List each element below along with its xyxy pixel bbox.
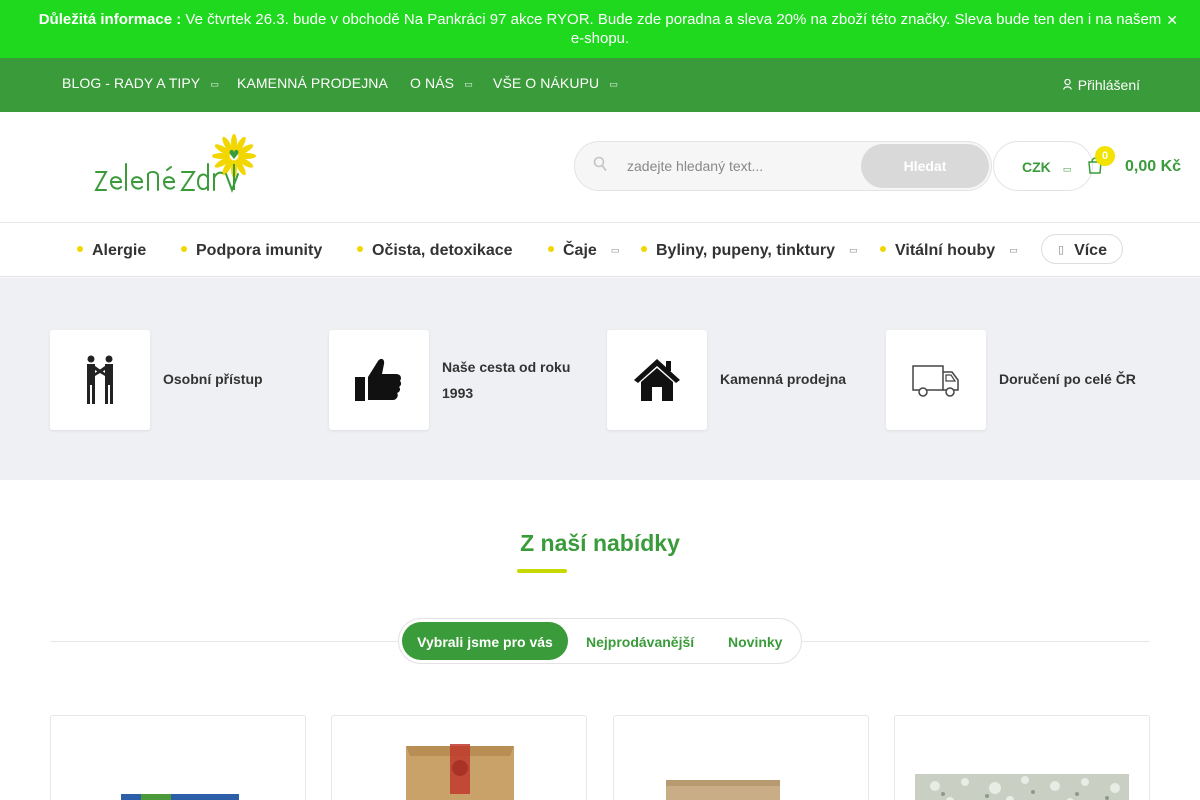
product-card[interactable]: [894, 715, 1150, 800]
search-button[interactable]: Hledat: [861, 144, 989, 188]
search-icon: [593, 156, 607, 176]
product-tabs: Vybrali jsme pro vás Nejprodávanější Nov…: [398, 618, 802, 664]
bullet-dot: [181, 246, 187, 252]
close-icon[interactable]: ✕: [1166, 11, 1178, 30]
category-label: Podpora imunity: [196, 242, 323, 259]
bullet-dot: [357, 246, 363, 252]
more-label: Více: [1074, 242, 1107, 259]
tab-recommended[interactable]: Vybrali jsme pro vás: [402, 622, 568, 660]
category-item-herbs[interactable]: Byliny, pupeny, tinktury ▭: [641, 242, 858, 260]
site-header: Hledat CZK ▭ 0 0,00 Kč: [0, 112, 1200, 223]
flower-icon: [212, 134, 256, 190]
benefit-label: Doručení po celé ČR: [999, 371, 1136, 387]
site-logo[interactable]: [94, 134, 264, 196]
product-image: [406, 744, 514, 800]
chevron-down-icon: ▭: [210, 79, 219, 89]
title-underline: [517, 569, 567, 573]
topnav-item-blog[interactable]: BLOG - RADY A TIPY ▭: [62, 75, 219, 91]
notice-text: Ve čtvrtek 26.3. bude v obchodě Na Pankr…: [181, 11, 1162, 47]
search-bar: Hledat: [574, 141, 992, 191]
cart-total: 0,00 Kč: [1125, 158, 1182, 175]
section-title: Z naší nabídky: [520, 530, 680, 556]
category-item-teas[interactable]: Čaje ▭: [548, 242, 619, 260]
topnav-item-label: KAMENNÁ PRODEJNA: [237, 75, 388, 91]
benefits-strip: Osobní přístup Naše cesta od roku 1993 K…: [0, 278, 1200, 480]
notice-bar: Důležitá informace : Ve čtvrtek 26.3. bu…: [0, 0, 1200, 58]
benefit-label: Kamenná prodejna: [720, 371, 847, 387]
login-label: Přihlášení: [1077, 77, 1140, 93]
category-label: Čaje: [563, 242, 597, 259]
bullet-dot: [641, 246, 647, 252]
top-navigation: BLOG - RADY A TIPY ▭ KAMENNÁ PRODEJNA O N…: [0, 58, 1200, 112]
benefit-since-1993: Naše cesta od roku 1993: [329, 330, 599, 430]
category-item-mushrooms[interactable]: Vitální houby ▭: [880, 242, 1018, 260]
category-label: Očista, detoxikace: [372, 242, 513, 259]
topnav-item-label: VŠE O NÁKUPU: [493, 75, 600, 91]
product-card[interactable]: [50, 715, 306, 800]
currency-label: CZK: [1022, 159, 1051, 175]
chevron-down-icon: ▭: [1009, 245, 1018, 255]
currency-selector[interactable]: CZK ▭: [993, 141, 1093, 191]
topnav-item-store[interactable]: KAMENNÁ PRODEJNA: [237, 75, 388, 91]
thumbs-up-icon: [355, 358, 402, 401]
category-label: Alergie: [92, 242, 147, 259]
house-icon: [634, 359, 680, 401]
category-label: Byliny, pupeny, tinktury: [656, 242, 835, 259]
category-item-detox[interactable]: Očista, detoxikace: [357, 242, 513, 260]
product-image: [666, 780, 780, 800]
product-image: [915, 774, 1129, 800]
cart-count-badge: 0: [1095, 146, 1115, 166]
search-input[interactable]: [627, 142, 857, 190]
topnav-item-about[interactable]: O NÁS ▭: [410, 75, 473, 91]
product-image: [121, 794, 239, 800]
topnav-item-shopping[interactable]: VŠE O NÁKUPU ▭: [493, 75, 618, 91]
category-label: Vitální houby: [895, 242, 996, 259]
bullet-dot: [77, 246, 83, 252]
tab-new[interactable]: Novinky: [728, 634, 782, 650]
benefit-personal: Osobní přístup: [50, 330, 320, 430]
chevron-down-icon: ▭: [464, 79, 473, 89]
benefit-label: Naše cesta od roku 1993: [442, 359, 571, 401]
bullet-dot: [548, 246, 554, 252]
user-icon: [1062, 78, 1072, 93]
topnav-item-label: BLOG - RADY A TIPY: [62, 75, 201, 91]
benefit-icon-box: [329, 330, 429, 430]
bullet-dot: [880, 246, 886, 252]
benefit-store: Kamenná prodejna: [607, 330, 877, 430]
product-card[interactable]: [331, 715, 587, 800]
benefit-icon-box: [886, 330, 986, 430]
chevron-down-icon: ▭: [1062, 164, 1072, 174]
delivery-truck-icon: [912, 365, 959, 397]
product-card[interactable]: [613, 715, 869, 800]
notice-label: Důležitá informace :: [38, 11, 182, 28]
login-link[interactable]: Přihlášení: [1062, 77, 1140, 93]
topnav-item-label: O NÁS: [410, 75, 455, 91]
category-navigation: Alergie Podpora imunity Očista, detoxika…: [0, 223, 1200, 277]
benefit-icon-box: [50, 330, 150, 430]
chevron-down-icon: ▭: [610, 245, 620, 255]
benefit-delivery: Doručení po celé ČR: [886, 330, 1176, 430]
chevron-down-icon: ▭: [848, 245, 858, 255]
tab-bestsellers[interactable]: Nejprodávanější: [586, 634, 694, 650]
menu-icon: ▯: [1058, 244, 1065, 256]
category-item-immunity[interactable]: Podpora imunity: [181, 242, 322, 260]
category-item-allergies[interactable]: Alergie: [77, 242, 146, 260]
more-categories-button[interactable]: ▯ Více: [1041, 234, 1123, 264]
benefit-icon-box: [607, 330, 707, 430]
benefit-label: Osobní přístup: [163, 371, 263, 387]
handshake-people-icon: [87, 355, 113, 404]
chevron-down-icon: ▭: [609, 79, 618, 89]
